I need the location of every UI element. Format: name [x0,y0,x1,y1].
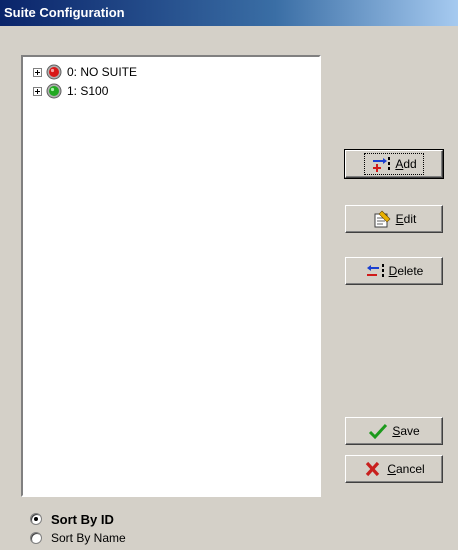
cancel-button-label: Cancel [387,462,425,476]
edit-icon [374,210,391,228]
edit-button[interactable]: Edit [345,205,443,233]
window-title: Suite Configuration [4,5,125,20]
tree-item-s100[interactable]: 1: S100 [33,82,108,100]
tree-item-label: 0: NO SUITE [67,65,138,79]
sort-by-name-label: Sort By Name [51,531,126,545]
green-status-icon [46,83,62,99]
delete-button-label: Delete [388,264,424,278]
red-status-icon [46,64,62,80]
x-icon [366,461,380,477]
save-button[interactable]: Save [345,417,443,445]
checkmark-icon [369,423,388,440]
tree-item-label: 1: S100 [67,84,109,98]
sort-by-name-option[interactable]: Sort By Name [30,530,126,546]
save-button-label: Save [392,424,420,438]
delete-icon [366,264,384,277]
edit-button-label: Edit [395,212,417,226]
suite-tree[interactable]: 0: NO SUITE 1: S100 [21,55,321,497]
tree-item-no-suite[interactable]: 0: NO SUITE [33,63,137,81]
expand-icon[interactable] [33,86,42,96]
add-button-label: Add [395,157,417,171]
sort-by-name-radio[interactable] [30,532,42,544]
sort-by-id-option[interactable]: Sort By ID [30,511,114,527]
expand-icon[interactable] [33,67,42,77]
focus-rect: Add [364,153,424,175]
delete-button[interactable]: Delete [345,257,443,285]
sort-by-id-radio[interactable] [30,513,42,525]
sort-by-id-label: Sort By ID [51,511,114,527]
add-button[interactable]: Add [344,149,444,179]
add-icon [373,157,391,172]
cancel-button[interactable]: Cancel [345,455,443,483]
title-bar: Suite Configuration [0,0,458,26]
